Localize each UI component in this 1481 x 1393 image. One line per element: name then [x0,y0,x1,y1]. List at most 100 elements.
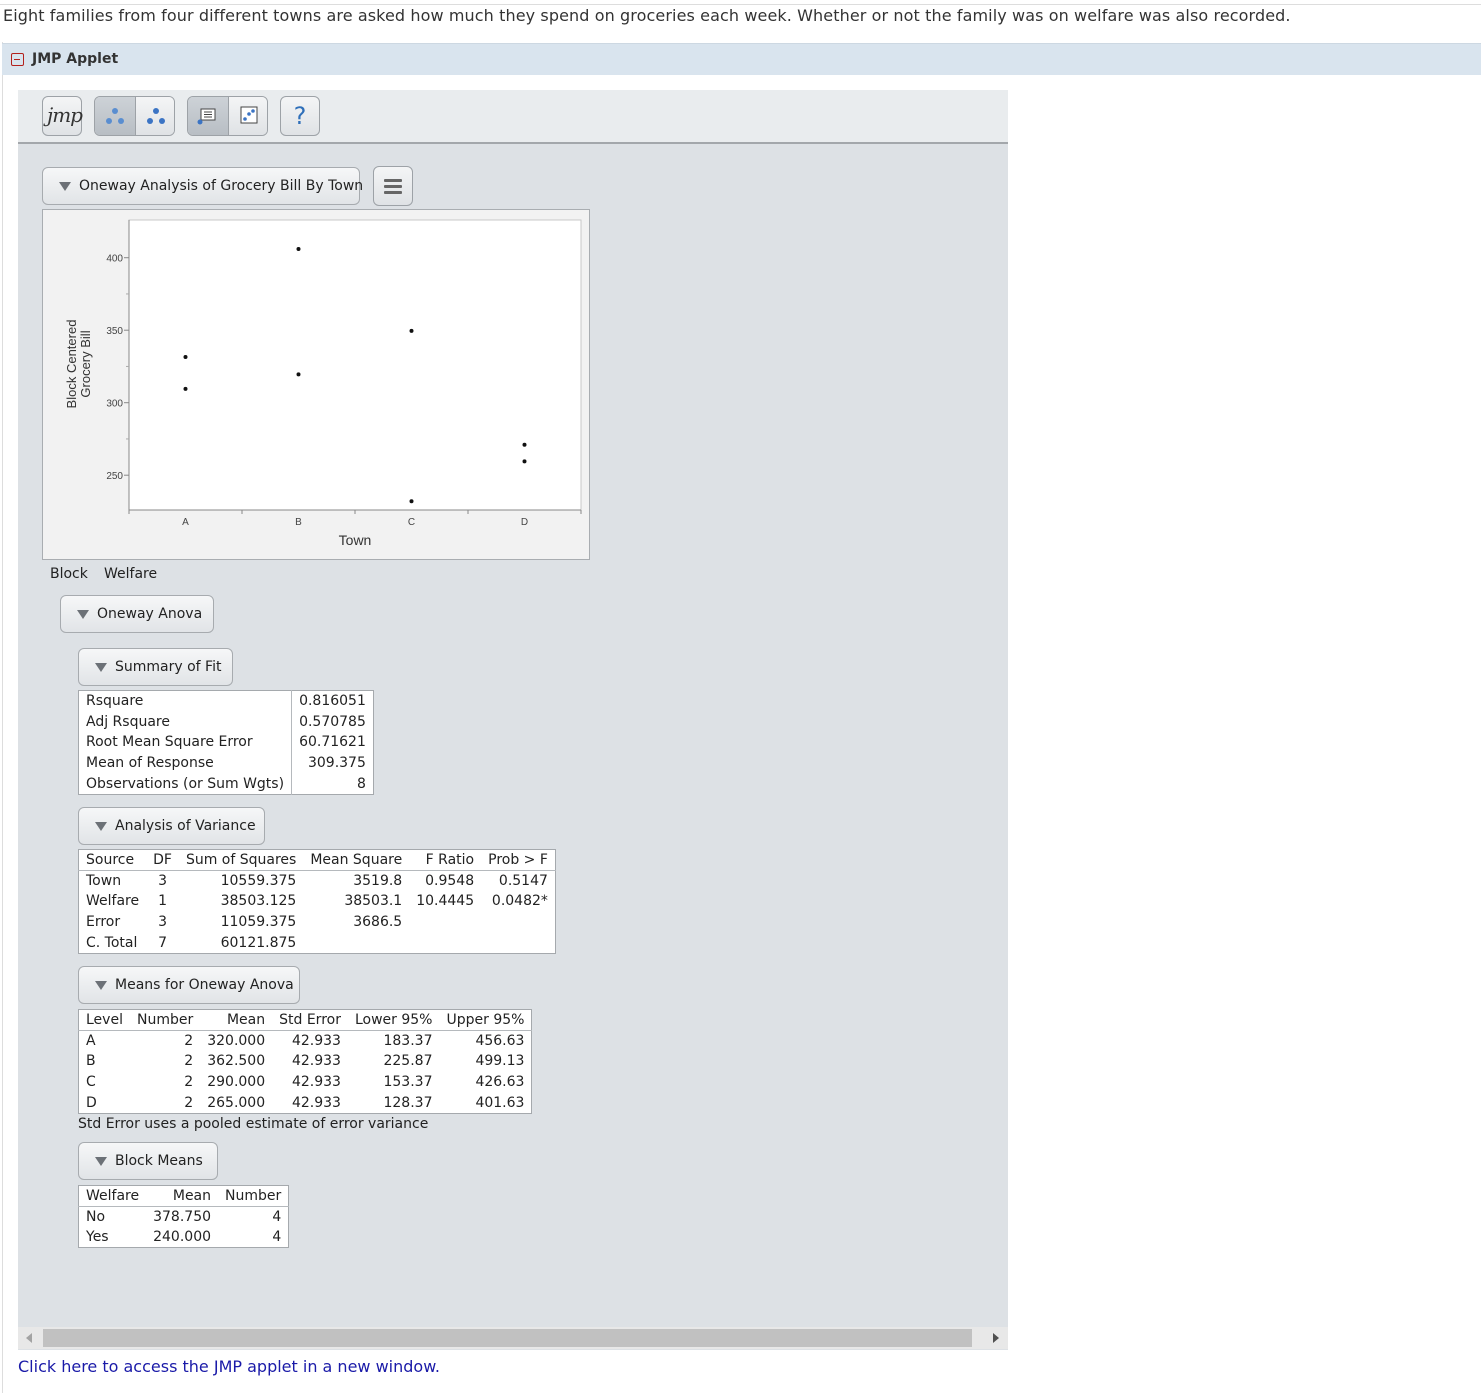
table-cell: 7 [158,934,167,951]
block-means-table: Welfare Mean Number No 378.750 4 Yes 240.000 4 [78,1185,290,1249]
table-cell: 42.933 [291,1053,341,1070]
table-row: No 378.750 4 [79,1206,289,1227]
summary-of-fit-title: Summary of Fit [115,659,222,675]
table-cell: 42.933 [291,1094,341,1111]
scrollbar-thumb[interactable] [43,1329,972,1347]
disclosure-triangle-icon [95,663,107,672]
y-axis-title-line1: Block Centered [64,320,79,409]
oneway-anova-outline-button[interactable]: Oneway Anova [60,595,214,633]
column-header: Sum of Squares [178,849,304,871]
scroll-left-icon[interactable] [26,1333,32,1343]
table-cell: 1 [158,893,167,910]
table-cell: Yes [86,1229,109,1246]
table-cell [409,912,481,933]
table-cell: 362.500 [207,1053,266,1070]
table-row: Yes 240.000 4 [79,1227,289,1248]
data-point [296,372,301,377]
table-cell: Town [86,872,122,889]
scroll-right-icon[interactable] [993,1333,999,1343]
x-tick-label: D [521,517,528,528]
column-header: Mean [200,1009,273,1031]
table-cell: 42.933 [291,1032,341,1049]
table-cell: 3 [158,872,167,889]
data-point [183,355,188,360]
jmp-applet-section-header[interactable]: JMP Applet [2,43,1481,75]
table-cell: 290.000 [207,1074,266,1091]
table-cell: 42.933 [291,1074,341,1091]
means-title: Means for Oneway Anova [115,977,294,993]
collapse-icon[interactable] [11,53,24,66]
column-header: DF [146,849,179,871]
block-means-outline-button[interactable]: Block Means [78,1142,218,1180]
oneway-anova-title: Oneway Anova [97,606,203,622]
table-cell: 3519.8 [353,872,403,889]
table-cell: 426.63 [475,1074,525,1091]
table-cell: 153.37 [383,1074,433,1091]
summary-of-fit-outline-button[interactable]: Summary of Fit [78,648,233,686]
table-row: Root Mean Square Error 60.71621 [79,732,374,753]
points-view-button[interactable] [95,97,135,135]
table-cell: 0.9548 [425,872,475,889]
table-cell: 0.0482* [491,893,548,910]
help-button[interactable]: ? [280,96,320,136]
column-header: Number [218,1185,289,1207]
table-cell: 265.000 [207,1094,266,1111]
table-row: Error 3 11059.375 3686.5 [79,912,556,933]
table-cell: 401.63 [475,1094,525,1111]
x-tick-label: B [295,517,302,528]
section-title: JMP Applet [32,51,119,67]
red-triangle-menu-button[interactable] [373,166,413,206]
report-view-icon [197,108,216,125]
jmp-logo-button[interactable]: jmp [42,96,83,136]
stat-label: Adj Rsquare [86,713,170,730]
means-table: Level Number Mean Std Error Lower 95% Upper 9… [78,1009,533,1114]
oneway-analysis-outline-button[interactable]: Oneway Analysis of Grocery Bill By Town [42,167,364,205]
report-title: Oneway Analysis of Grocery Bill By Town [79,178,364,194]
column-header: Number [129,1009,201,1031]
table-cell: 11059.375 [220,914,297,931]
table-cell: 128.37 [383,1094,433,1111]
table-cell: 60121.875 [220,934,297,951]
table-cell: 4 [272,1229,282,1246]
open-applet-link[interactable]: Click here to access the JMP applet in a… [18,1357,440,1376]
stat-value: 0.570785 [291,711,374,733]
graph-view-icon [240,106,258,124]
table-cell: C [86,1074,96,1091]
horizontal-scrollbar[interactable] [18,1327,1008,1349]
table-cell [409,933,481,954]
analysis-of-variance-outline-button[interactable]: Analysis of Variance [78,807,265,845]
y-tick-label: 300 [106,399,123,410]
table-cell: D [86,1094,97,1111]
table-cell: Error [86,914,121,931]
graph-view-button[interactable] [228,97,267,135]
y-tick-label: 250 [106,471,123,482]
column-header: Mean Square [303,849,410,871]
table-cell: 378.750 [153,1208,212,1225]
stat-value: 60.71621 [291,732,374,753]
table-row: D 2 265.000 42.933 128.37 401.63 [79,1093,532,1114]
table-cell: 320.000 [207,1032,266,1049]
means-outline-button[interactable]: Means for Oneway Anova [78,966,300,1004]
column-header: Upper 95% [439,1009,532,1031]
block-label: Block [50,566,88,582]
analysis-of-variance-title: Analysis of Variance [115,818,256,834]
jmp-applet: jmp ? Oneway Analysis of Grocery Bill By… [18,90,1008,1350]
table-cell: A [86,1032,96,1049]
plot-area [128,219,582,511]
table-row: A 2 320.000 42.933 183.37 456.63 [79,1030,532,1051]
report-view-button[interactable] [188,97,228,135]
x-axis-title: Town [339,532,372,548]
data-point [409,499,414,504]
table-cell: C. Total [86,934,138,951]
column-header: Std Error [272,1009,348,1031]
table-cell: 38503.1 [344,893,403,910]
disclosure-triangle-icon [95,1157,107,1166]
table-cell: 456.63 [475,1032,525,1049]
table-cell: 499.13 [475,1053,525,1070]
table-row: Town 3 10559.375 3519.8 0.9548 0.5147 [79,870,556,891]
x-tick-label: C [408,517,415,528]
hamburger-menu-icon [384,179,402,182]
view-toggle-group [94,96,175,136]
points-alt-view-button[interactable] [134,97,174,135]
means-note: Std Error uses a pooled estimate of erro… [78,1116,429,1132]
